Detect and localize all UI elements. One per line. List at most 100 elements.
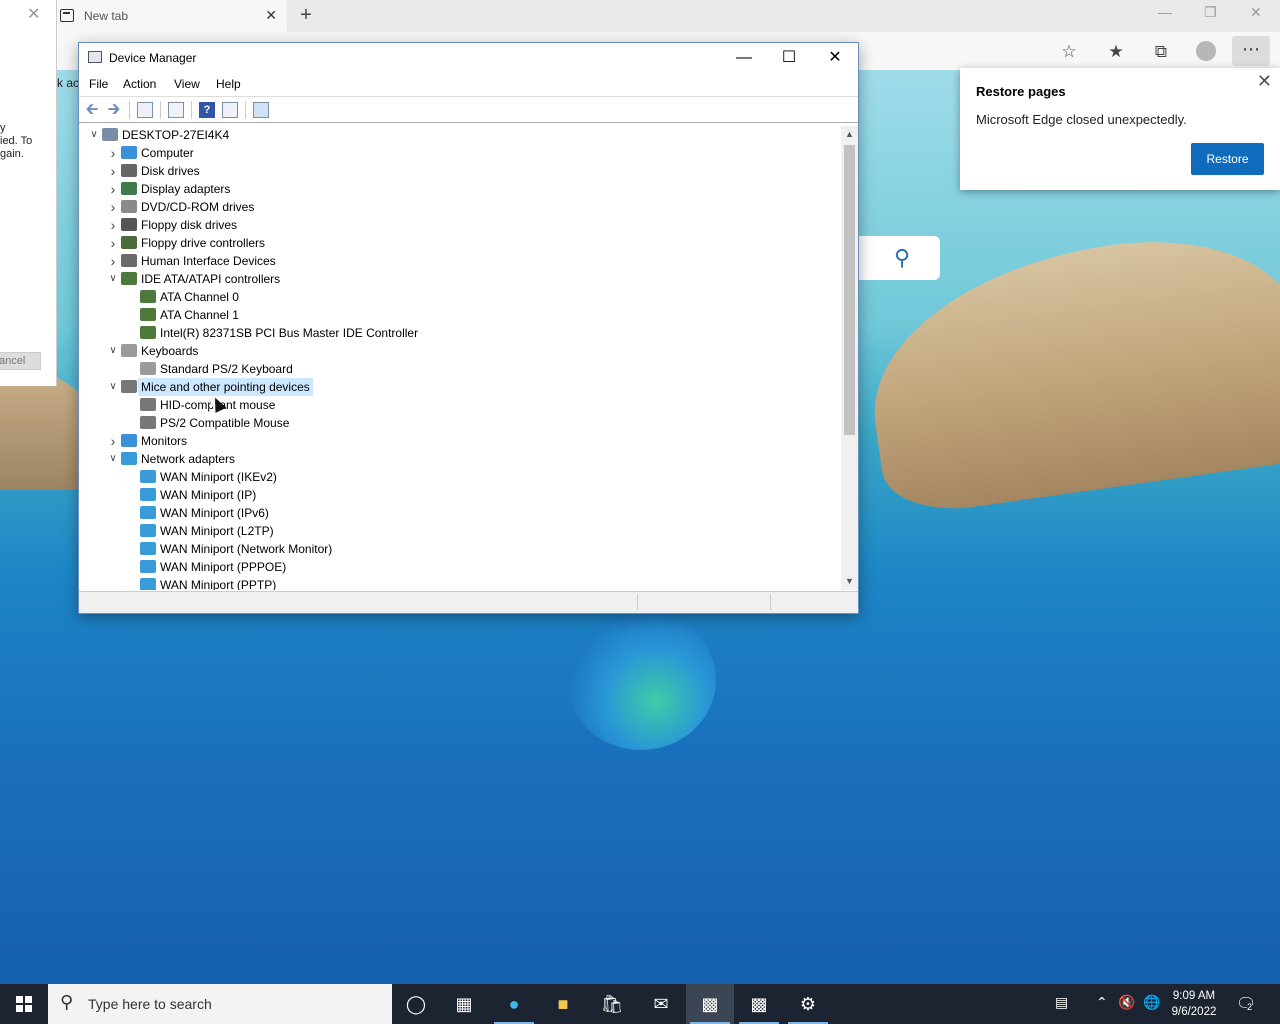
search-placeholder: Type here to search xyxy=(88,996,212,1012)
news-widget-icon[interactable]: ▤ xyxy=(1055,994,1068,1011)
dm-minimize-icon[interactable]: — xyxy=(721,47,767,69)
update-driver-icon[interactable] xyxy=(222,102,238,118)
edge-taskbar-icon[interactable]: ● xyxy=(490,984,538,1024)
scan-hardware-changes-icon[interactable] xyxy=(253,102,269,118)
mail-icon[interactable]: ✉ xyxy=(637,984,685,1024)
notification-center-icon[interactable]: 🗨2 xyxy=(1236,994,1256,1014)
expand-chevron-icon[interactable]: › xyxy=(107,180,119,198)
forward-arrow-icon[interactable]: 🡲 xyxy=(106,102,122,118)
dm-titlebar[interactable]: Device Manager — ☐ ✕ xyxy=(79,43,858,73)
edge-close-icon[interactable]: ✕ xyxy=(1250,4,1262,21)
expand-chevron-icon[interactable]: › xyxy=(107,216,119,234)
edge-restore-icon[interactable]: ❐ xyxy=(1204,4,1217,21)
expand-chevron-icon[interactable]: › xyxy=(107,234,119,252)
web-search-box[interactable]: ⚲ xyxy=(858,236,940,280)
tree-node[interactable]: › Monitors xyxy=(107,432,820,450)
edge-minimize-icon[interactable]: — xyxy=(1158,4,1172,20)
tree-node-label: ATA Channel 0 xyxy=(160,290,239,304)
settings-more-button[interactable]: ⋯ xyxy=(1232,36,1270,66)
tree-node[interactable]: › Floppy disk drives xyxy=(107,216,820,234)
tree-node[interactable]: › Floppy drive controllers xyxy=(107,234,820,252)
expand-chevron-icon[interactable]: › xyxy=(107,252,119,270)
show-hide-console-tree-icon[interactable] xyxy=(137,102,153,118)
tree-node[interactable]: › Human Interface Devices xyxy=(107,252,820,270)
collapse-chevron-icon[interactable]: ∨ xyxy=(107,378,119,396)
tree-node[interactable]: ∨ DESKTOP-27EI4K4 xyxy=(88,126,820,144)
store-icon[interactable]: 🛍 xyxy=(588,984,636,1024)
tree-node[interactable]: ∨ IDE ATA/ATAPI controllers xyxy=(107,270,820,288)
restore-button[interactable]: Restore xyxy=(1191,143,1264,175)
help-icon[interactable]: ? xyxy=(199,102,215,118)
network-globe-icon[interactable]: 🌐 xyxy=(1143,994,1160,1011)
tree-node[interactable]: Intel(R) 82371SB PCI Bus Master IDE Cont… xyxy=(126,324,820,342)
tree-node-label: WAN Miniport (PPPOE) xyxy=(160,560,287,574)
tree-node[interactable]: HID-compliant mouse xyxy=(126,396,820,414)
menu-help[interactable]: Help xyxy=(216,77,241,91)
toolbar-separator xyxy=(160,101,161,119)
tree-node[interactable]: ∨ Network adapters xyxy=(107,450,820,468)
tree-node[interactable]: WAN Miniport (PPPOE) xyxy=(126,558,820,576)
edge-tab-new-tab[interactable]: New tab ✕ xyxy=(56,0,287,32)
computer-management-taskbar-icon[interactable]: ▩ xyxy=(735,984,783,1024)
tree-node[interactable]: › Display adapters xyxy=(107,180,820,198)
tree-node[interactable]: ATA Channel 1 xyxy=(126,306,820,324)
clock[interactable]: 9:09 AM 9/6/2022 xyxy=(1168,988,1220,1020)
collapse-chevron-icon[interactable]: ∨ xyxy=(107,270,119,288)
tree-node[interactable]: ATA Channel 0 xyxy=(126,288,820,306)
show-hidden-icons-chevron-icon[interactable]: ⌃ xyxy=(1096,994,1108,1011)
scroll-down-icon[interactable]: ▼ xyxy=(841,573,858,590)
taskbar: ⚲ Type here to search ◯ ▦ ● ■ 🛍 ✉ ▩ ▩ ⚙ … xyxy=(0,984,1280,1024)
expand-chevron-icon[interactable]: › xyxy=(107,432,119,450)
dm-close-icon[interactable]: ✕ xyxy=(812,47,858,69)
tree-node[interactable]: › Computer xyxy=(107,144,820,162)
tree-node[interactable]: WAN Miniport (L2TP) xyxy=(126,522,820,540)
expand-chevron-icon[interactable]: › xyxy=(107,198,119,216)
back-arrow-icon[interactable]: 🡰 xyxy=(84,102,100,118)
scroll-thumb[interactable] xyxy=(844,145,855,435)
tree-node[interactable]: WAN Miniport (IP) xyxy=(126,486,820,504)
tree-node[interactable]: ∨ Mice and other pointing devices xyxy=(107,378,820,396)
expand-chevron-icon[interactable]: › xyxy=(107,162,119,180)
collapse-chevron-icon[interactable]: ∨ xyxy=(107,450,119,468)
favorites-icon[interactable]: ★ xyxy=(1105,41,1127,63)
file-explorer-icon[interactable]: ■ xyxy=(539,984,587,1024)
dialog-cancel-button[interactable]: ancel xyxy=(0,352,41,370)
menu-file[interactable]: File xyxy=(89,77,108,91)
new-tab-button[interactable]: + xyxy=(296,4,316,26)
add-favorite-icon[interactable]: ☆ xyxy=(1058,41,1080,63)
tree-node[interactable]: PS/2 Compatible Mouse xyxy=(126,414,820,432)
mouse-icon xyxy=(140,398,156,411)
dm-maximize-icon[interactable]: ☐ xyxy=(766,47,812,69)
tree-node[interactable]: › DVD/CD-ROM drives xyxy=(107,198,820,216)
tree-node[interactable]: WAN Miniport (Network Monitor) xyxy=(126,540,820,558)
tree-node[interactable]: WAN Miniport (IPv6) xyxy=(126,504,820,522)
profile-avatar-icon[interactable] xyxy=(1196,41,1216,61)
dialog-close-icon[interactable]: ✕ xyxy=(27,4,40,24)
expand-chevron-icon[interactable]: › xyxy=(107,144,119,162)
properties-icon[interactable] xyxy=(168,102,184,118)
tree-node-label: Intel(R) 82371SB PCI Bus Master IDE Cont… xyxy=(160,326,419,340)
tree-node[interactable]: WAN Miniport (PPTP) xyxy=(126,576,820,590)
device-tree-scrollbar[interactable]: ▲ ▼ xyxy=(841,126,858,590)
restore-close-icon[interactable]: ✕ xyxy=(1257,71,1272,92)
collections-icon[interactable]: ⧉ xyxy=(1150,41,1172,63)
cortana-icon[interactable]: ◯ xyxy=(392,984,440,1024)
tree-node[interactable]: ∨ Keyboards xyxy=(107,342,820,360)
menu-view[interactable]: View xyxy=(174,77,200,91)
volume-muted-icon[interactable]: 🔇 xyxy=(1118,994,1135,1011)
mouse-icon xyxy=(121,380,137,393)
tree-node[interactable]: Standard PS/2 Keyboard xyxy=(126,360,820,378)
task-view-icon[interactable]: ▦ xyxy=(440,984,488,1024)
device-manager-taskbar-icon[interactable]: ▩ xyxy=(686,984,734,1024)
scroll-up-icon[interactable]: ▲ xyxy=(841,126,858,143)
menu-action[interactable]: Action xyxy=(123,77,156,91)
search-icon[interactable]: ⚲ xyxy=(894,245,910,271)
tree-node[interactable]: WAN Miniport (IKEv2) xyxy=(126,468,820,486)
taskbar-search-box[interactable]: ⚲ Type here to search xyxy=(48,984,392,1024)
collapse-chevron-icon[interactable]: ∨ xyxy=(88,126,100,144)
tab-close-icon[interactable]: ✕ xyxy=(265,7,277,24)
settings-gear-icon[interactable]: ⚙ xyxy=(784,984,832,1024)
collapse-chevron-icon[interactable]: ∨ xyxy=(107,342,119,360)
start-button[interactable] xyxy=(0,984,48,1024)
tree-node[interactable]: › Disk drives xyxy=(107,162,820,180)
